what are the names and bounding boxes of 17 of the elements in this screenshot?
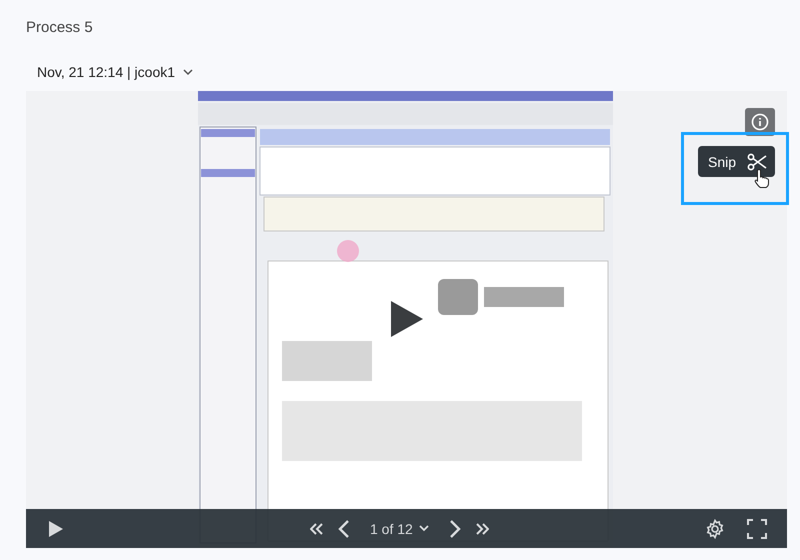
double-chevron-left-icon [310,522,324,534]
hand-cursor-icon [754,168,770,188]
fullscreen-icon [747,518,767,538]
page-selector[interactable]: 1 of 12 [360,520,439,536]
chevron-left-icon [338,520,350,538]
double-chevron-right-icon [474,522,489,534]
scissors-icon [747,152,767,170]
info-icon [751,113,769,131]
chevron-right-icon [448,520,461,538]
snip-button[interactable]: Snip [698,146,775,177]
page-title: Process 5 [26,19,94,38]
play-icon [48,520,64,538]
caret-icon [183,68,194,76]
settings-icon [705,518,725,538]
caret-icon [418,525,429,532]
play-icon[interactable] [389,299,425,339]
session-dropdown[interactable]: Nov, 21 12:14 | jcook1 [37,61,194,83]
